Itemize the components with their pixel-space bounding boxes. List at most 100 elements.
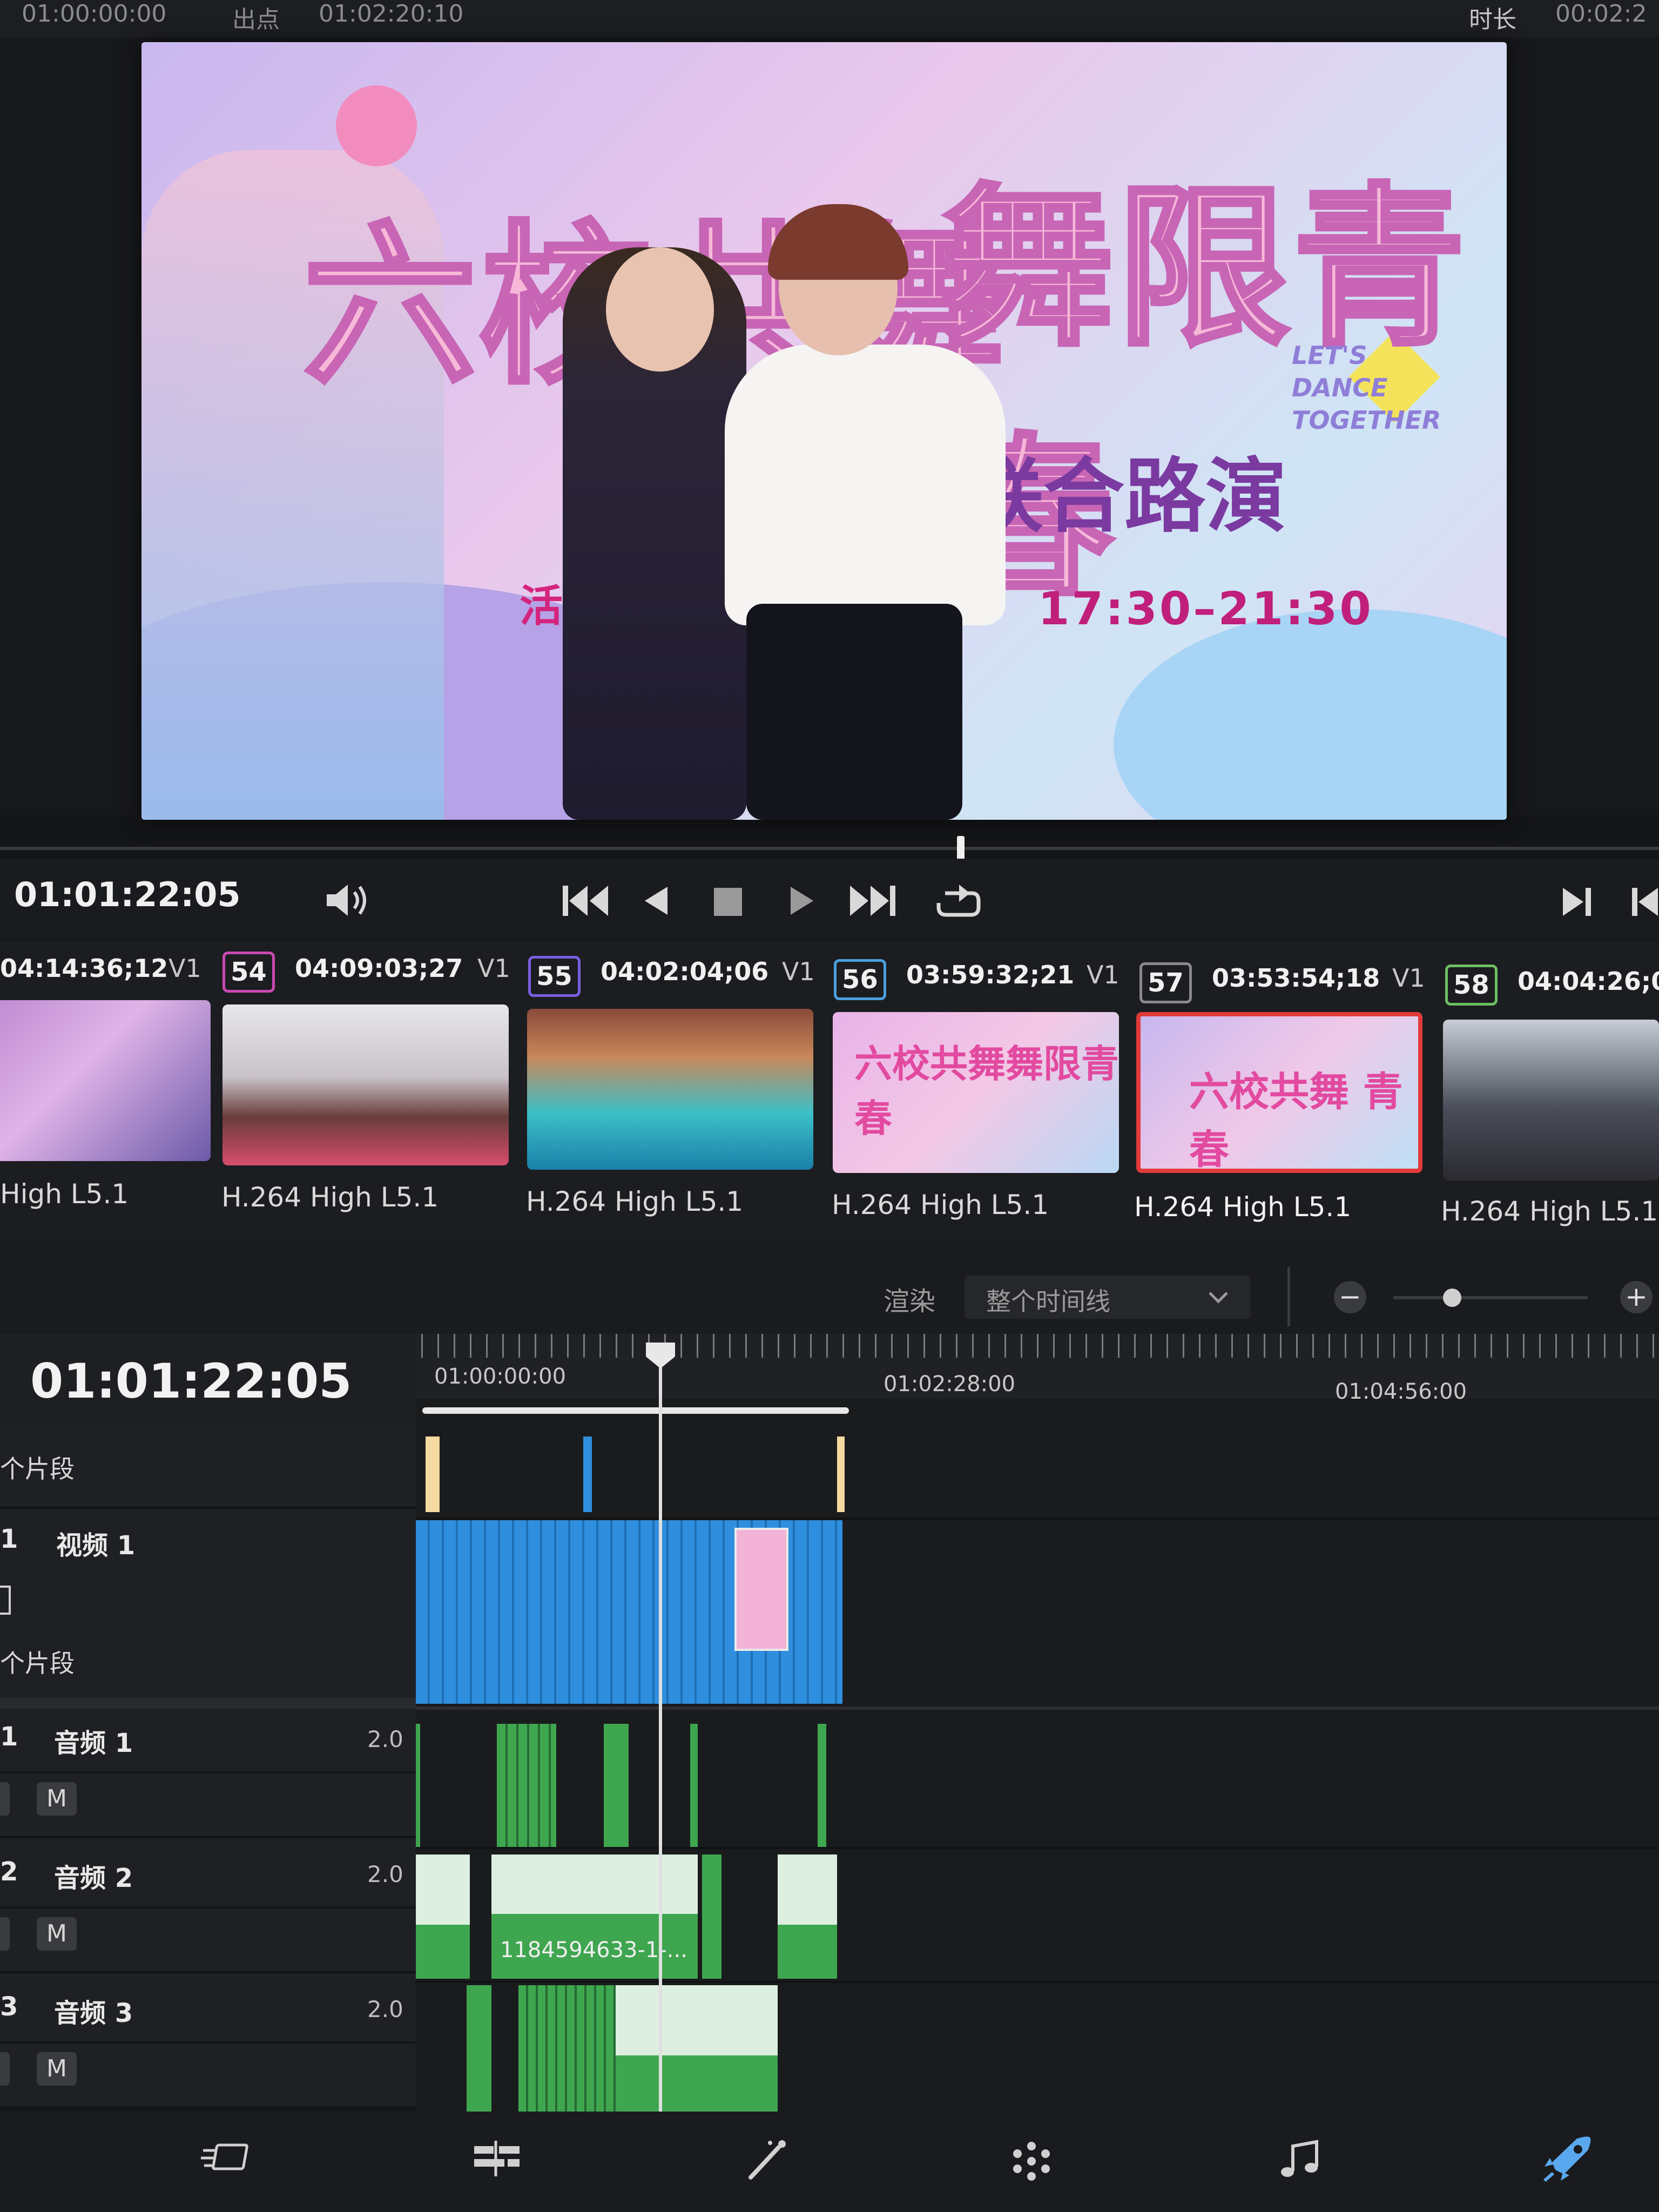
play-icon[interactable] xyxy=(788,886,815,916)
edit-page-icon[interactable] xyxy=(470,2139,524,2182)
audio-clip[interactable] xyxy=(467,1985,491,2112)
track-name-video-1[interactable]: 视频 1 xyxy=(56,1524,135,1562)
skip-start-icon[interactable] xyxy=(562,884,610,918)
track-separator xyxy=(416,1981,1659,1983)
clip-marker xyxy=(583,1437,592,1512)
clip-marker xyxy=(837,1437,845,1512)
viewer-timecode: 01:01:22:05 xyxy=(14,875,241,914)
render-select[interactable]: 整个时间线 xyxy=(965,1276,1251,1319)
clip-thumbnail[interactable] xyxy=(1443,1020,1659,1181)
audio-track-2-lane[interactable]: 1184594633-1-... xyxy=(416,1851,1659,1981)
audio-clip[interactable] xyxy=(416,1854,470,1979)
loop-icon[interactable] xyxy=(934,881,983,921)
viewer-scrubber-handle[interactable] xyxy=(957,836,965,861)
clip-timecode: 04:04:26;05 xyxy=(1518,967,1659,996)
track-separator xyxy=(0,1698,416,1709)
timeline-area[interactable]: 01:00:00:00 01:02:28:00 01:04:56:00 1184… xyxy=(416,1334,1659,2128)
track-separator xyxy=(0,2041,416,2044)
color-page-icon[interactable] xyxy=(1004,2139,1058,2182)
clip-codec: H.264 High L5.1 xyxy=(832,1189,1049,1220)
audio-clip-named[interactable]: 1184594633-1-... xyxy=(491,1854,698,1979)
timeline-ruler[interactable]: 01:00:00:00 01:02:28:00 01:04:56:00 xyxy=(416,1334,1659,1404)
audio-clip[interactable] xyxy=(818,1724,826,1847)
zoom-in-button[interactable]: + xyxy=(1620,1281,1653,1313)
clip-codec: High L5.1 xyxy=(0,1178,129,1210)
solo-button[interactable] xyxy=(0,1917,10,1951)
track-volume: 2.0 xyxy=(367,1861,403,1887)
audio-clip[interactable] xyxy=(702,1854,721,1979)
audio-clip[interactable] xyxy=(518,1985,616,2112)
audio-clip[interactable] xyxy=(690,1724,698,1847)
banner-english: LET'S DANCE TOGETHER xyxy=(1292,339,1441,436)
viewer-scrubber-track[interactable] xyxy=(0,847,1659,850)
zoom-slider-handle[interactable] xyxy=(1443,1289,1461,1307)
solo-button[interactable] xyxy=(0,1782,10,1816)
step-back-icon[interactable] xyxy=(643,886,670,916)
zoom-out-button[interactable]: − xyxy=(1334,1281,1366,1313)
track-lock-icon[interactable] xyxy=(0,1586,11,1615)
skip-end-icon[interactable] xyxy=(848,884,896,918)
audio-track-3-lane[interactable] xyxy=(416,1985,1659,2115)
thumb-banner-text: 六校共舞 青春 xyxy=(1189,1069,1403,1173)
clip-thumbnail[interactable]: 六校共舞舞限青春 xyxy=(833,1012,1119,1173)
stop-icon[interactable] xyxy=(713,887,743,917)
audio-clip[interactable] xyxy=(604,1724,629,1847)
clip-timecode: 03:53:54;18 xyxy=(1212,963,1380,993)
english-line-2: DANCE xyxy=(1292,373,1388,402)
track-header-panel: 个片段 1 视频 1 个片段 1 音频 1 2.0 M 2 音频 2 2.0 M… xyxy=(0,1426,416,2106)
thumb-banner-text: 六校共舞舞限青春 xyxy=(854,1042,1119,1141)
clip-track: V1 xyxy=(1392,963,1425,993)
audio-clip[interactable] xyxy=(497,1724,556,1847)
audio-track-1-lane[interactable] xyxy=(416,1718,1659,1847)
transport-bar: 01:01:22:05 xyxy=(0,859,1659,940)
clip-count-label: 个片段 xyxy=(0,1454,75,1483)
clip-marker xyxy=(426,1437,440,1512)
clip-number-badge: 57 xyxy=(1139,962,1192,1003)
mute-button[interactable]: M xyxy=(37,2052,77,2086)
solo-button[interactable] xyxy=(0,2052,10,2086)
clip-number-badge: 56 xyxy=(834,959,886,1000)
dancer-left-head xyxy=(606,247,714,372)
duration-timecode: 00:02:2 xyxy=(1555,0,1647,28)
clip-codec: H.264 High L5.1 xyxy=(221,1182,439,1213)
pink-ball-shape xyxy=(336,85,417,166)
render-bar: 渲染 整个时间线 − + xyxy=(0,1242,1659,1334)
track-name-audio-1[interactable]: 音频 1 xyxy=(54,1722,133,1759)
deliver-page-icon[interactable] xyxy=(1539,2134,1599,2183)
track-separator xyxy=(0,1771,416,1773)
ruler-label: 01:02:28:00 xyxy=(884,1372,1016,1397)
prev-edit-icon[interactable] xyxy=(1631,886,1659,918)
clip-thumbnail[interactable] xyxy=(527,1009,813,1170)
timeline-playhead[interactable] xyxy=(659,1344,662,2113)
cut-page-icon[interactable] xyxy=(200,2139,254,2182)
clip-thumbnail-selected[interactable]: 六校共舞 青春 xyxy=(1136,1012,1422,1173)
clip-thumbnail[interactable] xyxy=(222,1004,509,1165)
next-edit-icon[interactable] xyxy=(1561,886,1593,918)
clip-codec: H.264 High L5.1 xyxy=(1441,1196,1658,1227)
track-name-audio-3[interactable]: 音频 3 xyxy=(54,1992,133,2029)
mute-button[interactable]: M xyxy=(37,1782,77,1816)
audio-waveform xyxy=(778,1854,837,1925)
zoom-slider-track[interactable] xyxy=(1393,1296,1588,1299)
track-separator xyxy=(0,1507,416,1509)
audio-clip[interactable] xyxy=(416,1724,420,1847)
fusion-page-icon[interactable] xyxy=(740,2139,794,2182)
fairlight-page-icon[interactable] xyxy=(1274,2139,1328,2182)
dancer-right-pants xyxy=(746,604,962,820)
timeline-timecode: 01:01:22:05 xyxy=(30,1353,352,1409)
clip-thumbnail[interactable] xyxy=(0,1000,211,1161)
track-separator xyxy=(416,1847,1659,1849)
audio-clip[interactable] xyxy=(778,1854,837,1979)
video-viewer[interactable]: 六校共舞 舞限青春 联合路演 LET'S DANCE TOGETHER 活动 3… xyxy=(141,42,1507,820)
timeline-range-bar[interactable] xyxy=(422,1407,849,1414)
clip-timecode: 03:59:32;21 xyxy=(906,960,1075,989)
audio-clip[interactable] xyxy=(616,1985,778,2112)
video-clips-track-1[interactable] xyxy=(416,1520,842,1704)
audio-waveform xyxy=(491,1854,698,1914)
track-name-audio-2[interactable]: 音频 2 xyxy=(54,1857,133,1894)
blue-blob-shape xyxy=(1114,609,1507,820)
volume-icon[interactable] xyxy=(324,881,373,919)
mute-button[interactable]: M xyxy=(37,1917,77,1951)
playhead-handle-icon[interactable] xyxy=(643,1340,678,1371)
clip-track: V1 xyxy=(477,954,510,983)
